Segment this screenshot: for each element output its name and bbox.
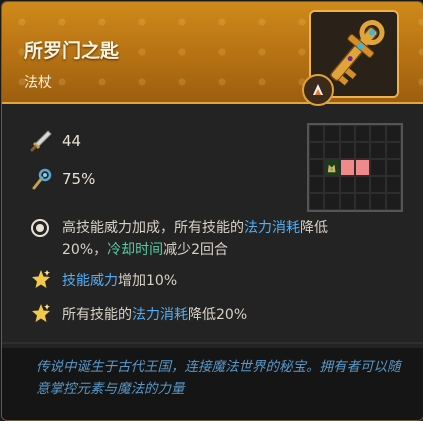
effect-text: 降低20% <box>188 307 248 323</box>
effect-text: 高技能威力加成，所有技能的 <box>62 220 244 236</box>
range-grid <box>307 123 403 212</box>
grid-cell <box>324 142 340 159</box>
star-icon <box>32 304 50 322</box>
effect-main-line1: 高技能威力加成，所有技能的法力消耗降低 <box>62 217 328 239</box>
grid-cell <box>385 125 401 142</box>
effect-highlight-mana: 法力消耗 <box>244 220 300 236</box>
grid-cell <box>355 176 371 193</box>
grid-cell <box>370 159 386 176</box>
effect-text: 所有技能的 <box>62 307 132 323</box>
fire-icon <box>302 74 334 106</box>
grid-cell-target <box>355 159 371 176</box>
grid-cell <box>309 193 325 210</box>
staff-icon <box>32 168 52 190</box>
lore-text: 传说中诞生于古代王国，连接魔法世界的秘宝。拥有者可以随意掌控元素与魔法的力量 <box>36 359 401 397</box>
grid-cell <box>309 142 325 159</box>
effect-text: 减少2回合 <box>163 242 229 258</box>
effect-highlight-power: 技能威力 <box>62 273 118 289</box>
grid-cell <box>339 142 355 159</box>
grid-cell <box>355 142 371 159</box>
grid-cell <box>385 142 401 159</box>
effect-bonus-1: 技能威力增加10% <box>62 270 177 292</box>
item-name: 所罗门之匙 <box>24 40 120 62</box>
stat-attack: 44 <box>28 128 81 154</box>
effect-text: 增加10% <box>118 273 178 289</box>
effect-text: 降低 <box>300 220 328 236</box>
divider <box>2 342 423 344</box>
effect-text: 20%， <box>62 242 108 258</box>
grid-cell <box>339 125 355 142</box>
item-type: 法杖 <box>24 75 52 91</box>
grid-cell <box>385 176 401 193</box>
grid-cell <box>324 125 340 142</box>
grid-cell <box>385 159 401 176</box>
effect-bonus-2: 所有技能的法力消耗降低20% <box>62 304 247 326</box>
grid-cell <box>324 176 340 193</box>
grid-cell <box>309 176 325 193</box>
effect-highlight-mana: 法力消耗 <box>132 307 188 323</box>
effect-main-line2: 20%，冷却时间减少2回合 <box>62 239 228 261</box>
grid-cell <box>309 125 325 142</box>
sword-icon <box>30 130 52 152</box>
stat-crit: 75% <box>28 166 95 192</box>
grid-cell-target <box>339 159 355 176</box>
effect-highlight-cooldown: 冷却时间 <box>107 242 164 258</box>
grid-cell <box>370 142 386 159</box>
attack-value: 44 <box>62 132 82 150</box>
grid-cell <box>370 193 386 210</box>
grid-cell <box>355 125 371 142</box>
grid-cell <box>370 125 386 142</box>
ring-icon <box>31 219 49 237</box>
grid-cell <box>324 193 340 210</box>
crit-value: 75% <box>62 170 96 188</box>
grid-cell <box>309 159 325 176</box>
grid-cell <box>339 193 355 210</box>
player-icon <box>328 164 336 173</box>
item-tooltip: 所罗门之匙 法杖 44 75% 高技能威力加成，所有技能的法力消耗降低 20%，… <box>1 1 423 421</box>
grid-cell <box>339 176 355 193</box>
grid-cell <box>370 176 386 193</box>
star-icon <box>32 270 50 288</box>
grid-cell <box>385 193 401 210</box>
grid-cell-player <box>324 159 340 176</box>
grid-cell <box>355 193 371 210</box>
